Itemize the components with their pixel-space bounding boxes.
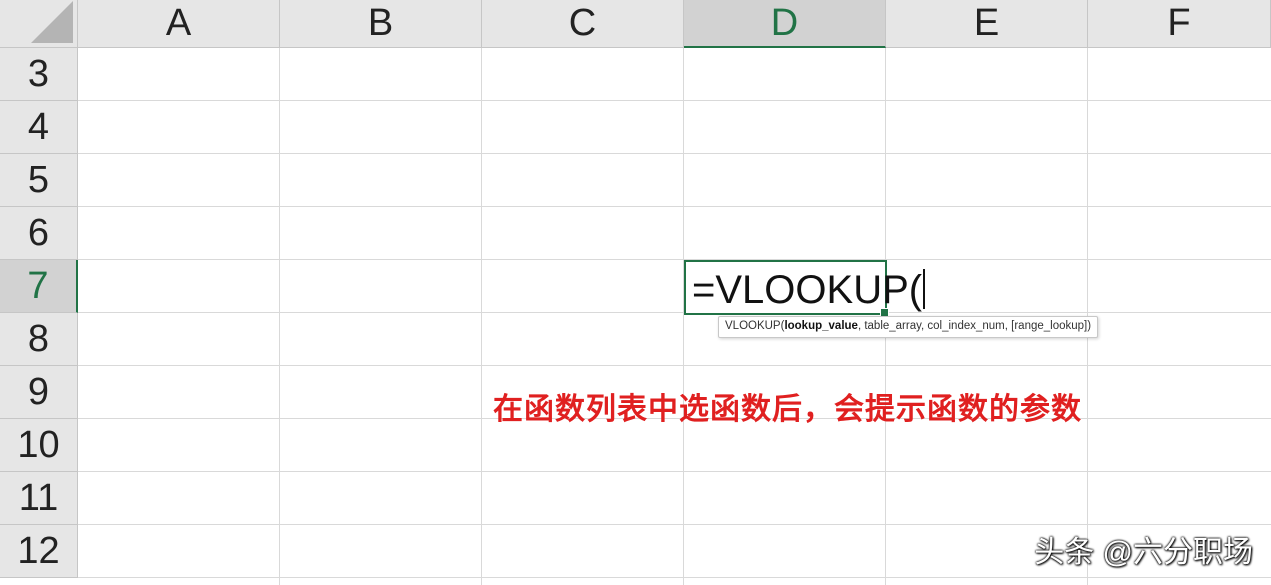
select-all-button[interactable] <box>0 0 78 48</box>
grid-vertical-line <box>481 48 482 585</box>
row-header-6[interactable]: 6 <box>0 207 78 260</box>
column-header-c[interactable]: C <box>482 0 684 48</box>
column-header-f[interactable]: F <box>1088 0 1271 48</box>
row-header-3[interactable]: 3 <box>0 48 78 101</box>
column-header-d[interactable]: D <box>684 0 886 48</box>
tooltip-other-arguments: , table_array, col_index_num, [range_loo… <box>857 320 1092 332</box>
grid-horizontal-line <box>78 100 1271 101</box>
spreadsheet: ABCDEF 3 4 5 6 7 8 9 10 11 12 =VLOOKUP( VLOOKUP(l… <box>0 0 1271 585</box>
function-argument-tooltip[interactable]: VLOOKUP(lookup_value, table_array, col_i… <box>718 316 1099 338</box>
watermark: 头条 @六分职场 <box>1034 536 1253 569</box>
grid-horizontal-line <box>78 153 1271 154</box>
grid-horizontal-line <box>78 312 1271 313</box>
column-header-b[interactable]: B <box>280 0 482 48</box>
grid-horizontal-line <box>78 577 1271 578</box>
grid-horizontal-line <box>78 259 1271 260</box>
grid-horizontal-line <box>78 471 1271 472</box>
tooltip-current-argument[interactable]: lookup_value <box>784 320 858 332</box>
row-header-4[interactable]: 4 <box>0 101 78 154</box>
grid-horizontal-line <box>78 365 1271 366</box>
grid-vertical-line <box>683 48 684 585</box>
grid-horizontal-line <box>78 524 1271 525</box>
row-header-12[interactable]: 12 <box>0 525 78 578</box>
row-header-10[interactable]: 10 <box>0 419 78 472</box>
tooltip-function-name[interactable]: VLOOKUP( <box>725 320 784 332</box>
formula-text: =VLOOKUP( <box>692 268 923 312</box>
column-header-a[interactable]: A <box>78 0 280 48</box>
row-header-11[interactable]: 11 <box>0 472 78 525</box>
grid-horizontal-line <box>78 206 1271 207</box>
annotation-text: 在函数列表中选函数后，会提示函数的参数 <box>493 393 1082 426</box>
row-header-8[interactable]: 8 <box>0 313 78 366</box>
select-all-triangle-icon <box>31 1 73 43</box>
text-caret <box>923 269 926 309</box>
grid-vertical-line <box>279 48 280 585</box>
row-header-9[interactable]: 9 <box>0 366 78 419</box>
column-header-e[interactable]: E <box>886 0 1088 48</box>
cell-editor[interactable]: =VLOOKUP( <box>692 266 926 314</box>
row-header-5[interactable]: 5 <box>0 154 78 207</box>
row-header-7[interactable]: 7 <box>0 260 78 313</box>
